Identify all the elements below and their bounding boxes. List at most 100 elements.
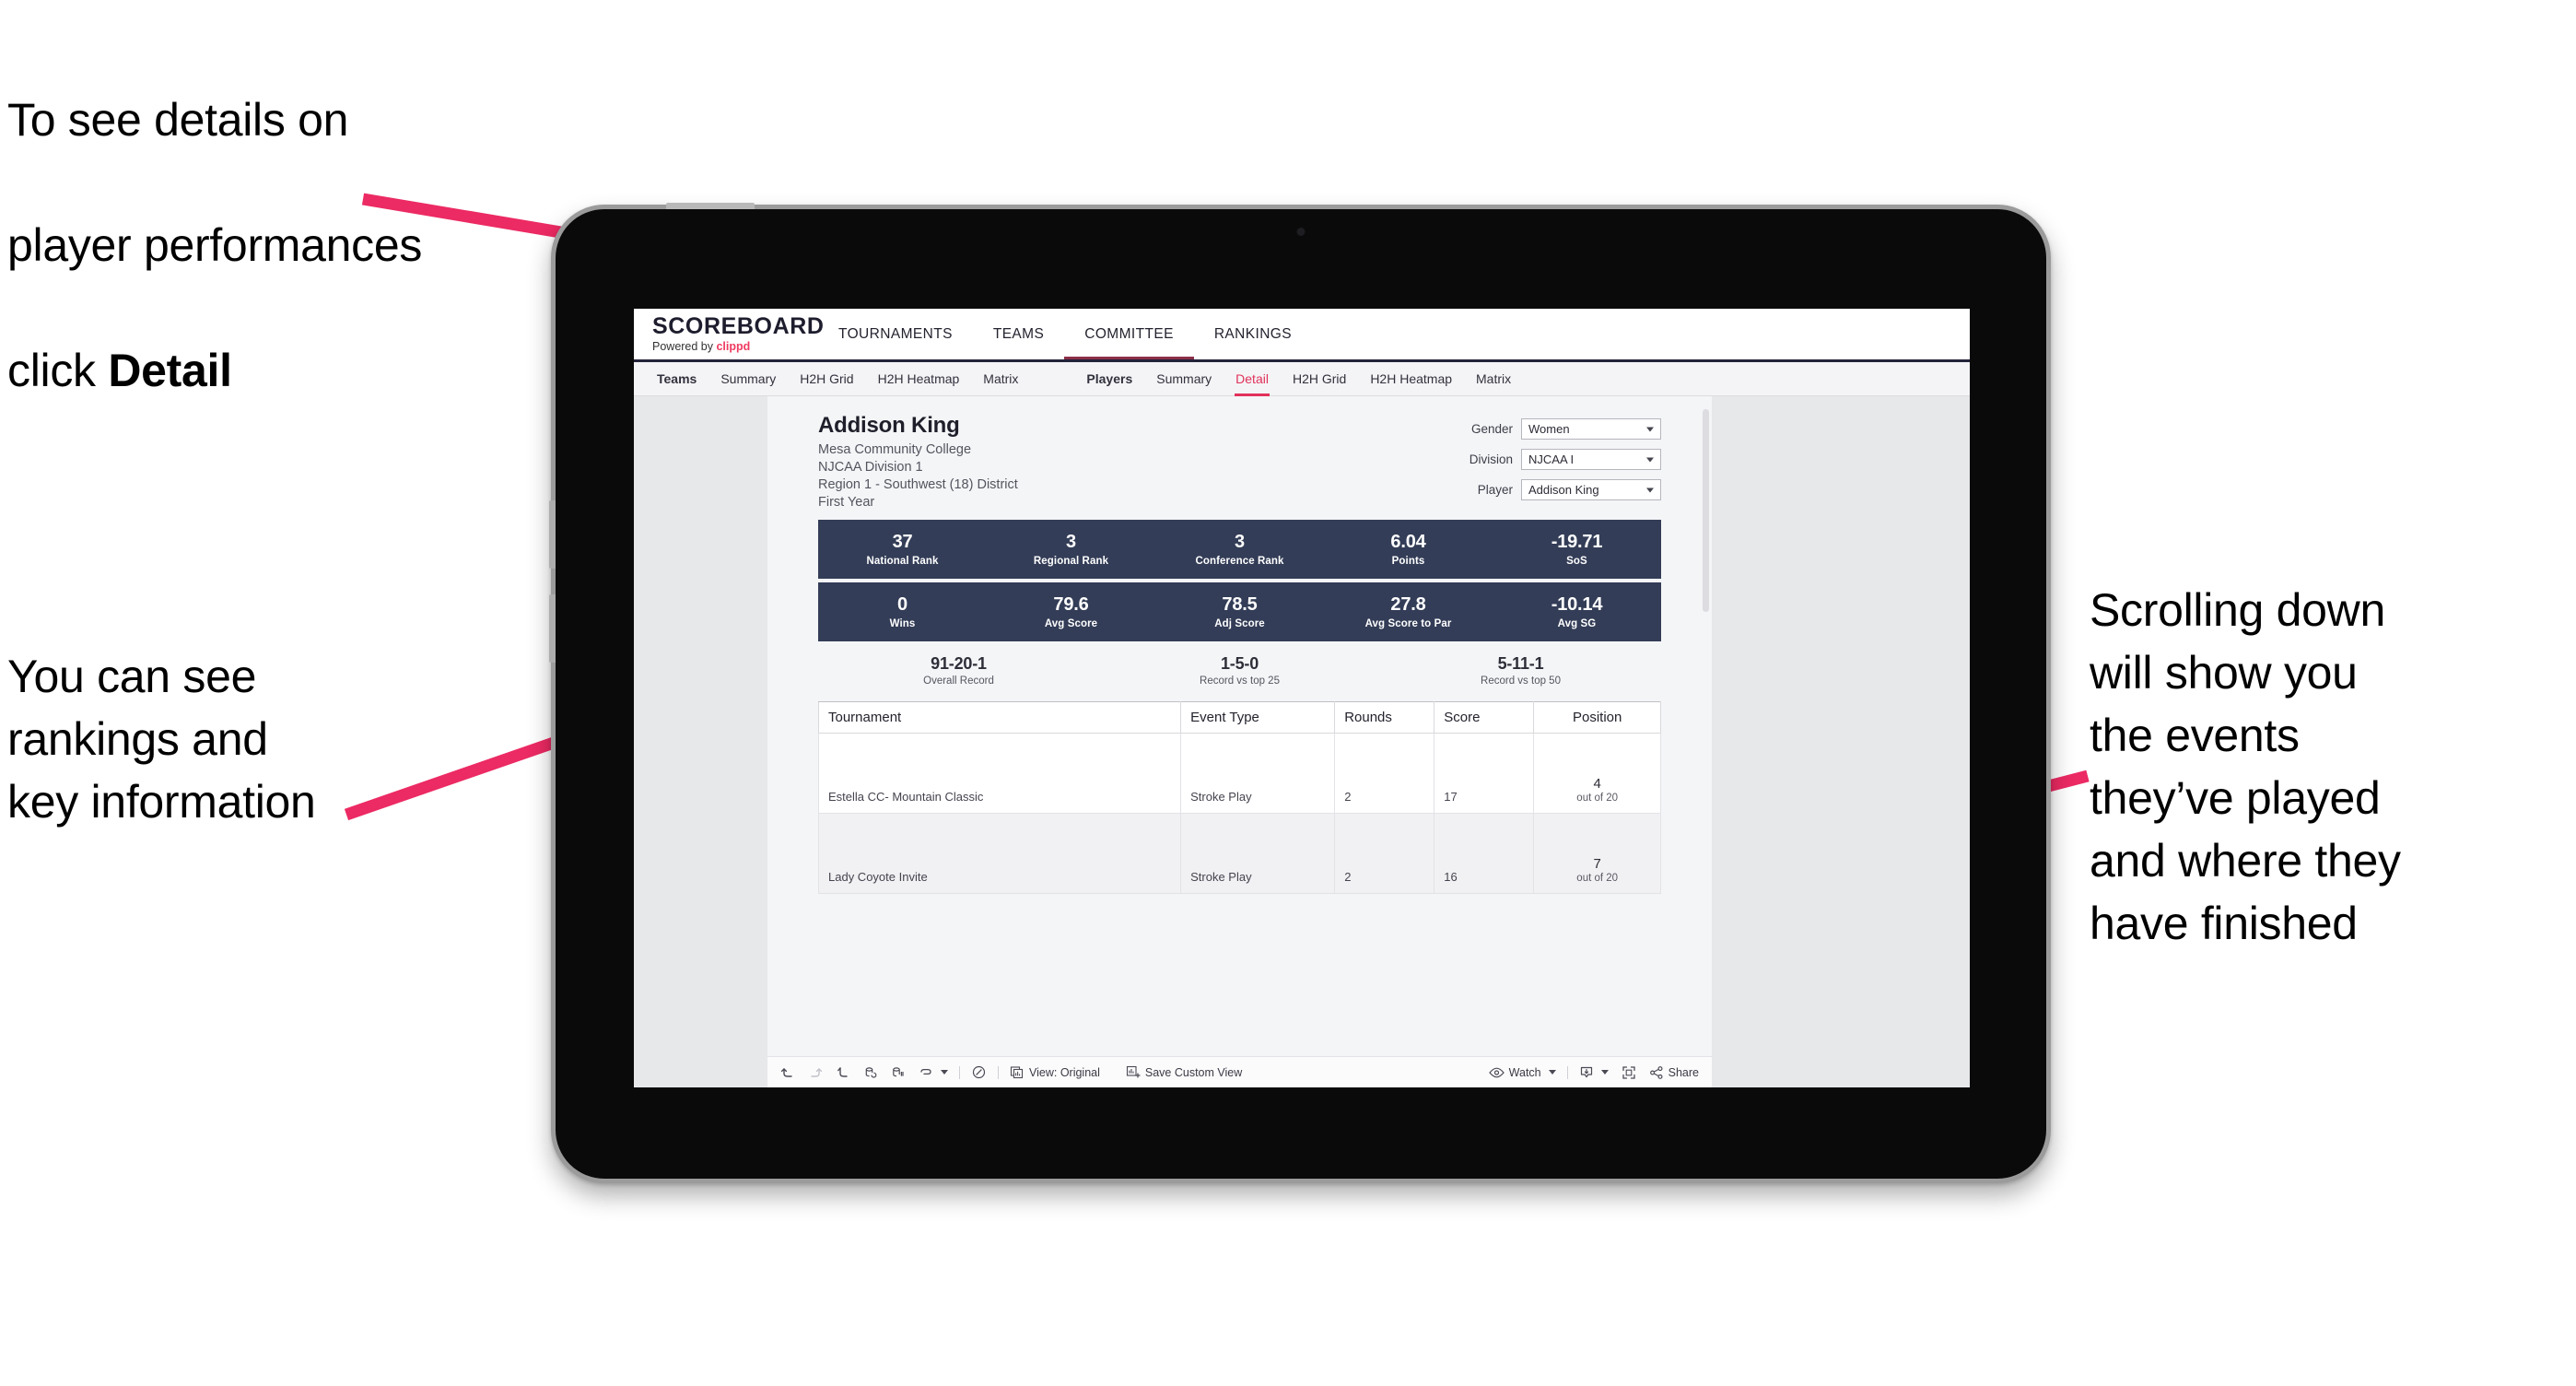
subnav-players-summary[interactable]: Summary (1144, 362, 1224, 396)
view-original-label: View: Original (1029, 1065, 1100, 1079)
brand-title: SCOREBOARD (652, 313, 825, 340)
loop-icon (920, 1068, 931, 1075)
save-custom-view-button[interactable]: Save Custom View (1126, 1065, 1242, 1080)
stat-label: Points (1391, 555, 1425, 567)
refresh-data-button[interactable] (863, 1065, 878, 1080)
column-header-event-type[interactable]: Event Type (1180, 700, 1336, 734)
fullscreen-icon (1622, 1065, 1635, 1079)
pause-data-button[interactable] (891, 1065, 906, 1080)
brand-powered-by: Powered by clippd (652, 341, 818, 353)
view-original-icon (1010, 1065, 1024, 1078)
record-value: 5-11-1 (1497, 653, 1544, 673)
view-original-button[interactable]: View: Original (1010, 1065, 1100, 1080)
tablet-screen: SCOREBOARD Powered by clippd TOURNAMENTS… (634, 309, 1970, 1087)
undo-button[interactable] (780, 1065, 795, 1080)
record-row: 91-20-1 Overall Record 1-5-0 Record vs t… (818, 640, 1661, 701)
table-row[interactable]: Estella CC- Mountain Classic Stroke Play… (817, 732, 1661, 814)
record-value: 91-20-1 (931, 653, 987, 673)
player-college: Mesa Community College (818, 442, 972, 457)
secondary-nav: Teams Summary H2H Grid H2H Heatmap Matri… (634, 362, 1970, 396)
stat-avg-score: 79.6 Avg Score (987, 594, 1155, 629)
filter-panel: Gender Women Division NJCAA I Player Add… (1469, 413, 1661, 512)
watch-button[interactable]: Watch (1488, 1066, 1556, 1079)
slide-canvas: To see details on player performances cl… (0, 0, 2576, 1386)
chevron-down-icon (1548, 1070, 1556, 1075)
stat-value: 27.8 (1390, 593, 1426, 615)
download-icon (1580, 1066, 1592, 1077)
column-header-rounds[interactable]: Rounds (1334, 700, 1435, 734)
filter-value-division: NJCAA I (1528, 452, 1575, 466)
subnav-teams-summary[interactable]: Summary (708, 362, 788, 396)
toolbar-separator (1566, 1065, 1568, 1079)
subnav-teams[interactable]: Teams (645, 362, 708, 396)
column-header-score[interactable]: Score (1434, 700, 1535, 734)
filter-row-gender: Gender Women (1469, 418, 1661, 440)
tablet-camera (1296, 228, 1306, 236)
revert-icon (837, 1066, 848, 1077)
tournament-results-table: Tournament Event Type Rounds Score Posit… (817, 700, 1661, 894)
subnav-teams-matrix[interactable]: Matrix (971, 362, 1030, 396)
stat-label: SoS (1566, 555, 1587, 567)
record-label: Overall Record (923, 675, 994, 687)
share-button[interactable]: Share (1649, 1065, 1699, 1080)
filter-label-player: Player (1477, 483, 1513, 497)
filter-row-player: Player Addison King (1469, 479, 1661, 500)
share-label: Share (1668, 1065, 1699, 1079)
toolbar-separator (998, 1065, 999, 1079)
stat-national-rank: 37 National Rank (818, 532, 987, 567)
record-label: Record vs top 50 (1481, 675, 1561, 687)
table-header-row: Tournament Event Type Rounds Score Posit… (817, 700, 1661, 734)
stat-value: -10.14 (1551, 593, 1603, 615)
subnav-players-h2h-grid[interactable]: H2H Grid (1281, 362, 1358, 396)
cell-event-type: Stroke Play (1180, 732, 1336, 814)
subnav-players-h2h-heatmap[interactable]: H2H Heatmap (1358, 362, 1464, 396)
stat-label: Avg Score to Par (1364, 617, 1452, 629)
stat-value: 3 (1235, 531, 1245, 552)
revert-button[interactable] (836, 1065, 850, 1080)
cell-position: 4 out of 20 (1533, 732, 1661, 814)
stat-points: 6.04 Points (1324, 532, 1493, 567)
stat-value: 6.04 (1390, 531, 1426, 552)
column-header-position[interactable]: Position (1533, 700, 1661, 734)
stat-label: Avg Score (1044, 617, 1098, 629)
download-button[interactable] (1579, 1065, 1609, 1080)
pause-auto-update-button[interactable] (971, 1064, 987, 1080)
nav-item-teams[interactable]: TEAMS (973, 309, 1064, 359)
position-number: 7 (1593, 856, 1601, 872)
stat-value: -19.71 (1551, 531, 1603, 552)
annotation-line-2: player performances (7, 219, 423, 271)
filter-select-division[interactable]: NJCAA I (1521, 449, 1661, 470)
nav-item-rankings[interactable]: RANKINGS (1194, 309, 1312, 359)
stat-sos: -19.71 SoS (1493, 532, 1661, 567)
player-year: First Year (818, 495, 875, 511)
filter-label-division: Division (1469, 452, 1513, 466)
table-row[interactable]: Lady Coyote Invite Stroke Play 2 16 7 ou… (817, 812, 1661, 894)
record-overall: 91-20-1 Overall Record (818, 654, 1099, 687)
vertical-scrollbar[interactable] (1703, 409, 1709, 612)
nav-item-committee[interactable]: COMMITTEE (1064, 309, 1194, 359)
subnav-teams-h2h-grid[interactable]: H2H Grid (788, 362, 865, 396)
secondary-nav-teams-group: Teams Summary H2H Grid H2H Heatmap Matri… (645, 362, 1030, 396)
brand-logo[interactable]: SCOREBOARD Powered by clippd (634, 309, 825, 359)
subnav-teams-h2h-heatmap[interactable]: H2H Heatmap (866, 362, 972, 396)
subnav-players-detail[interactable]: Detail (1224, 362, 1281, 396)
undo-icon (780, 1067, 792, 1077)
filter-select-player[interactable]: Addison King (1521, 479, 1661, 500)
refresh-data-icon (865, 1066, 877, 1078)
redo-button[interactable] (808, 1065, 823, 1080)
filter-select-gender[interactable]: Women (1521, 418, 1661, 440)
tablet-volume-down-button (549, 594, 556, 663)
save-custom-view-icon (1126, 1065, 1141, 1078)
column-header-tournament[interactable]: Tournament (817, 700, 1182, 734)
loop-dropdown-button[interactable] (919, 1065, 948, 1080)
chevron-down-icon (1646, 487, 1654, 492)
share-icon (1649, 1065, 1663, 1079)
cell-rounds: 2 (1334, 812, 1435, 894)
cell-score: 16 (1434, 812, 1535, 894)
nav-item-tournaments[interactable]: TOURNAMENTS (818, 309, 973, 359)
subnav-players-matrix[interactable]: Matrix (1464, 362, 1523, 396)
stat-bar-rankings: 37 National Rank 3 Regional Rank 3 Confe… (818, 519, 1661, 579)
fullscreen-button[interactable] (1622, 1065, 1636, 1080)
subnav-players[interactable]: Players (1074, 362, 1144, 396)
chevron-down-icon (941, 1070, 948, 1075)
